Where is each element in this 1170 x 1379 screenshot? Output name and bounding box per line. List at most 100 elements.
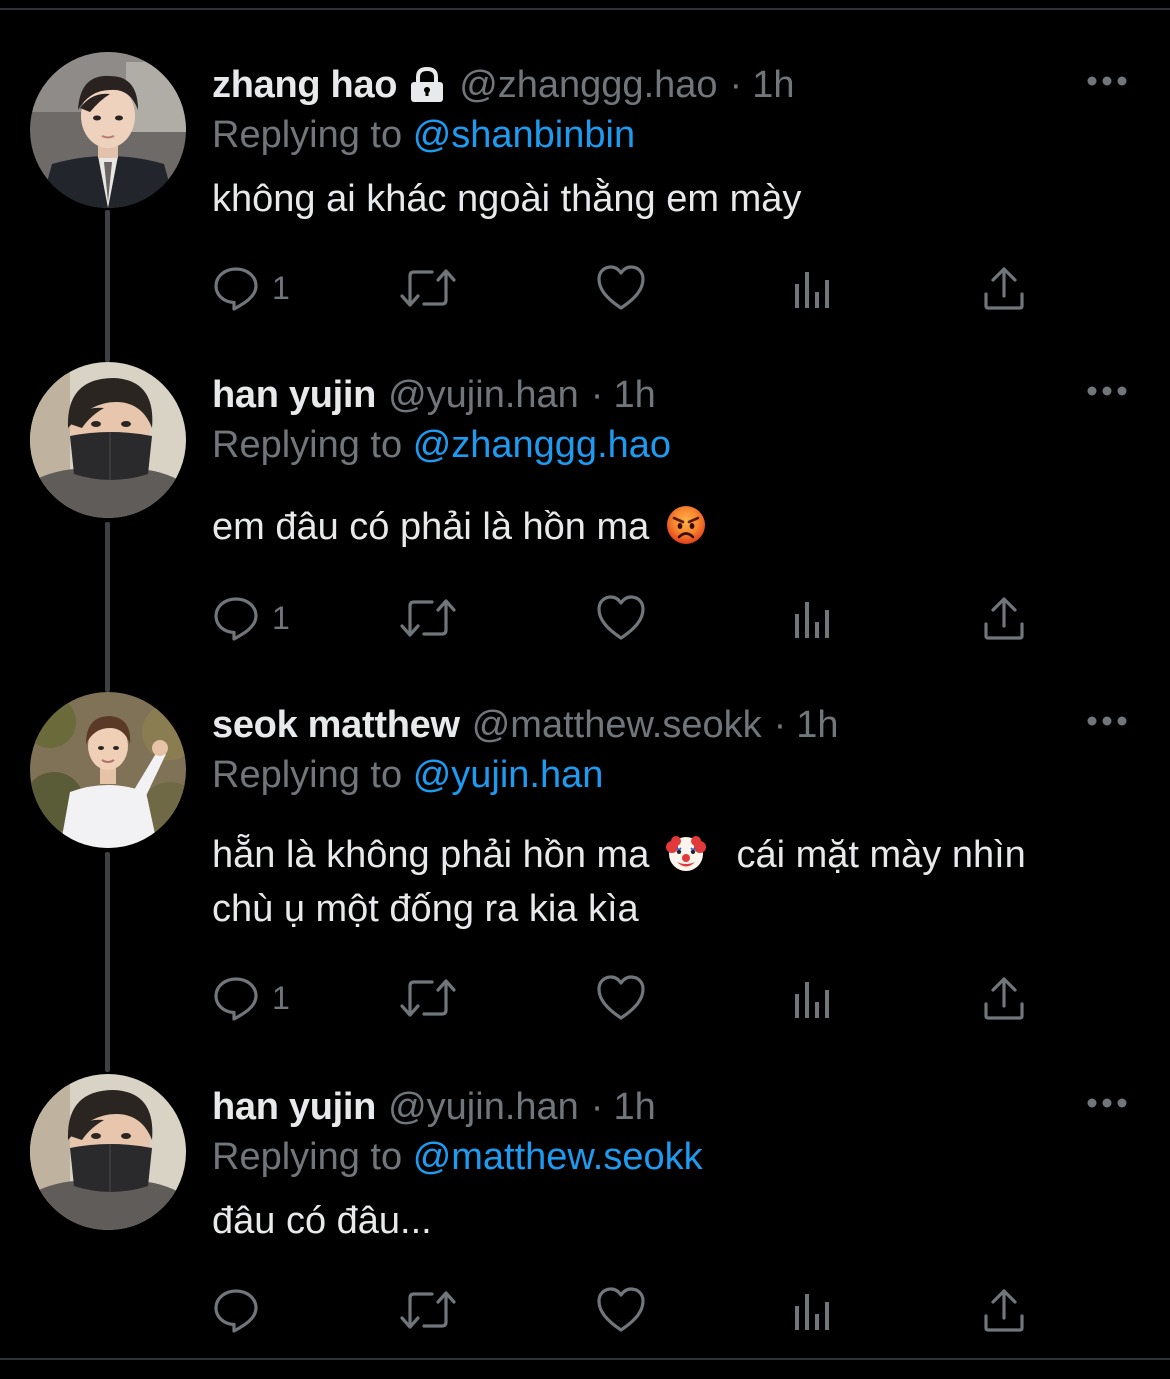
- like-button[interactable]: [596, 974, 646, 1022]
- like-button[interactable]: [596, 594, 646, 642]
- replying-to-handle[interactable]: @yujin.han: [413, 754, 604, 796]
- views-icon: [792, 264, 834, 312]
- tweet-actions: 1: [212, 594, 1072, 644]
- tweet[interactable]: han yujin @yujin.han · 1h Replying to @z…: [0, 362, 1170, 642]
- reply-button[interactable]: [212, 1286, 260, 1334]
- like-button[interactable]: [596, 264, 646, 312]
- share-icon: [982, 594, 1026, 642]
- tweet-text-line: không ai khác ngoài thằng em mày: [212, 178, 802, 220]
- share-icon: [982, 264, 1026, 312]
- tweet-text-line: đâu có đâu...: [212, 1200, 432, 1242]
- reply-count: 1: [272, 600, 290, 636]
- retweet-button[interactable]: [398, 1286, 458, 1334]
- views-icon: [792, 1286, 834, 1334]
- tweet[interactable]: han yujin @yujin.han · 1h Replying to @m…: [0, 1074, 1170, 1344]
- share-button[interactable]: [982, 594, 1026, 642]
- heart-icon: [596, 594, 646, 642]
- user-handle[interactable]: @matthew.seokk: [472, 700, 762, 750]
- display-name[interactable]: han yujin: [212, 1082, 376, 1132]
- display-name[interactable]: seok matthew: [212, 700, 460, 750]
- tweet-text: không ai khác ngoài thằng em mày: [212, 172, 1152, 226]
- separator-dot: ·: [590, 1086, 604, 1128]
- more-icon[interactable]: [1086, 74, 1128, 86]
- tweet-text-line: em đâu có phải là hồn ma: [212, 506, 650, 548]
- tweet-text-line: chù ụ một đống ra kia kìa: [212, 888, 639, 930]
- retweet-icon: [398, 974, 458, 1022]
- views-button[interactable]: [792, 974, 834, 1022]
- views-icon: [792, 974, 834, 1022]
- tweet-text-line: hẵn là không phải hồn ma: [212, 834, 650, 876]
- heart-icon: [596, 1286, 646, 1334]
- replying-to: Replying to @yujin.han: [212, 750, 603, 800]
- retweet-button[interactable]: [398, 974, 458, 1022]
- tweet-header: han yujin @yujin.han · 1h: [212, 1082, 656, 1132]
- replying-to-handle[interactable]: @matthew.seokk: [413, 1136, 703, 1178]
- tweet-header: seok matthew @matthew.seokk · 1h: [212, 700, 839, 750]
- heart-icon: [596, 264, 646, 312]
- retweet-icon: [398, 594, 458, 642]
- share-button[interactable]: [982, 974, 1026, 1022]
- more-icon[interactable]: [1086, 714, 1128, 726]
- user-handle[interactable]: @yujin.han: [388, 1082, 579, 1132]
- tweet-text: đâu có đâu...: [212, 1194, 1152, 1248]
- like-button[interactable]: [596, 1286, 646, 1334]
- tweet-actions: [212, 1286, 1072, 1336]
- replying-to: Replying to @matthew.seokk: [212, 1132, 703, 1182]
- timestamp[interactable]: 1h: [613, 370, 655, 420]
- tweet-text-line: cái mặt mày nhìn: [736, 834, 1026, 876]
- retweet-icon: [398, 264, 458, 312]
- angry-face-emoji: [666, 505, 706, 545]
- avatar-han-yujin[interactable]: [30, 1074, 186, 1230]
- user-handle[interactable]: @yujin.han: [388, 370, 579, 420]
- reply-count: 1: [272, 980, 290, 1016]
- views-icon: [792, 594, 834, 642]
- reply-icon: [212, 594, 260, 642]
- more-icon[interactable]: [1086, 384, 1128, 396]
- reply-icon: [212, 264, 260, 312]
- views-button[interactable]: [792, 594, 834, 642]
- share-icon: [982, 974, 1026, 1022]
- replying-to: Replying to @zhanggg.hao: [212, 420, 671, 470]
- replying-prefix: Replying to: [212, 114, 403, 156]
- separator-dot: ·: [590, 374, 604, 416]
- avatar-zhang-hao[interactable]: [30, 52, 186, 208]
- display-name[interactable]: han yujin: [212, 370, 376, 420]
- retweet-button[interactable]: [398, 594, 458, 642]
- tweet-header: han yujin @yujin.han · 1h: [212, 370, 656, 420]
- tweet-text: hẵn là không phải hồn ma cái mặt mày nhì…: [212, 828, 1152, 936]
- timestamp[interactable]: 1h: [752, 60, 794, 110]
- replying-to-handle[interactable]: @zhanggg.hao: [413, 424, 671, 466]
- display-name[interactable]: zhang hao: [212, 60, 397, 110]
- replying-to: Replying to @shanbinbin: [212, 110, 635, 160]
- replying-prefix: Replying to: [212, 1136, 403, 1178]
- avatar-han-yujin[interactable]: [30, 362, 186, 518]
- timestamp[interactable]: 1h: [796, 700, 838, 750]
- bottom-divider: [0, 1358, 1170, 1360]
- views-button[interactable]: [792, 264, 834, 312]
- replying-prefix: Replying to: [212, 754, 403, 796]
- more-icon[interactable]: [1086, 1096, 1128, 1108]
- share-button[interactable]: [982, 1286, 1026, 1334]
- share-button[interactable]: [982, 264, 1026, 312]
- replying-prefix: Replying to: [212, 424, 403, 466]
- retweet-button[interactable]: [398, 264, 458, 312]
- user-handle[interactable]: @zhanggg.hao: [459, 60, 717, 110]
- tweet[interactable]: zhang hao @zhanggg.hao · 1h Replying to …: [0, 52, 1170, 312]
- reply-button[interactable]: 1: [212, 264, 290, 312]
- top-divider: [0, 8, 1170, 10]
- avatar-seok-matthew[interactable]: [30, 692, 186, 848]
- reply-button[interactable]: 1: [212, 974, 290, 1022]
- heart-icon: [596, 974, 646, 1022]
- tweet-text: em đâu có phải là hồn ma: [212, 500, 1152, 554]
- tweet[interactable]: seok matthew @matthew.seokk · 1h Replyin…: [0, 692, 1170, 1032]
- views-button[interactable]: [792, 1286, 834, 1334]
- reply-count: 1: [272, 270, 290, 306]
- share-icon: [982, 1286, 1026, 1334]
- tweet-actions: 1: [212, 264, 1072, 314]
- reply-button[interactable]: 1: [212, 594, 290, 642]
- lock-icon: [407, 66, 447, 104]
- replying-to-handle[interactable]: @shanbinbin: [413, 114, 635, 156]
- timestamp[interactable]: 1h: [613, 1082, 655, 1132]
- tweet-header: zhang hao @zhanggg.hao · 1h: [212, 60, 794, 110]
- reply-icon: [212, 974, 260, 1022]
